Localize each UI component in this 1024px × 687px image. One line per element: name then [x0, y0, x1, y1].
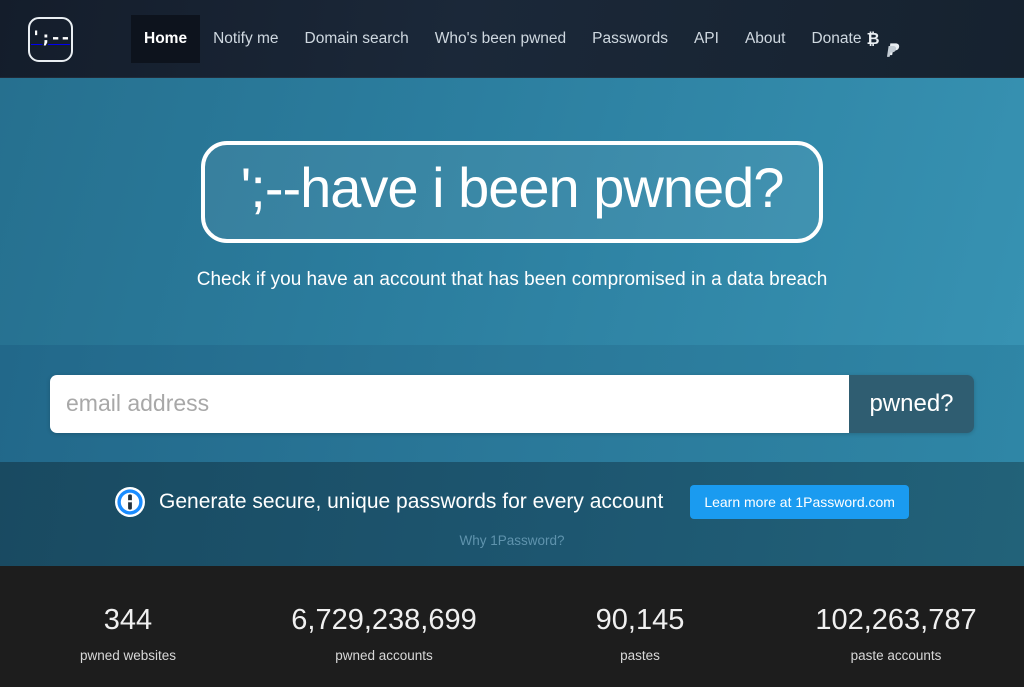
stat-label: paste accounts [850, 648, 942, 664]
stat-pastes: 90,145 pastes [512, 604, 768, 663]
hero-section: ';--have i been pwned? Check if you have… [0, 78, 1024, 345]
stat-pwned-websites: 344 pwned websites [0, 604, 256, 663]
stat-value: 90,145 [595, 604, 685, 636]
email-search-input[interactable] [50, 374, 849, 433]
site-logo[interactable]: ';-- [28, 16, 73, 62]
donate-label: Donate [811, 30, 862, 47]
stat-pwned-accounts: 6,729,238,699 pwned accounts [256, 604, 512, 663]
stat-value: 344 [103, 604, 153, 636]
search-section: pwned? [0, 345, 1024, 462]
onepassword-promo-row: Generate secure, unique passwords for ev… [115, 484, 909, 519]
nav-item-api[interactable]: API [681, 15, 732, 63]
stats-bar: 344 pwned websites 6,729,238,699 pwned a… [0, 566, 1024, 687]
stat-label: pwned accounts [335, 648, 433, 664]
site-header: ';-- Home Notify me Domain search Who's … [0, 0, 1024, 78]
onepassword-headline: Generate secure, unique passwords for ev… [159, 489, 664, 513]
hero-title-box: ';--have i been pwned? [200, 140, 824, 243]
stat-label: pwned websites [79, 648, 177, 664]
onepassword-logo-icon [115, 486, 146, 517]
paypal-icon [885, 31, 902, 57]
nav-item-whos-been-pwned[interactable]: Who's been pwned [422, 15, 579, 63]
onepassword-promo-section: Generate secure, unique passwords for ev… [0, 462, 1024, 566]
pwned-submit-button[interactable]: pwned? [849, 374, 974, 433]
nav-item-donate[interactable]: Donate ₿ [798, 15, 917, 63]
nav-item-notify-me[interactable]: Notify me [200, 15, 291, 63]
nav-item-about[interactable]: About [732, 15, 799, 63]
stat-paste-accounts: 102,263,787 paste accounts [768, 604, 1024, 663]
why-1password-link[interactable]: Why 1Password? [459, 533, 564, 548]
bitcoin-icon: ₿ [866, 29, 880, 48]
logo-text: ';-- [31, 27, 70, 48]
stat-value: 102,263,787 [815, 604, 977, 636]
page-root: ';-- Home Notify me Domain search Who's … [0, 0, 1024, 687]
main-navigation: Home Notify me Domain search Who's been … [131, 0, 918, 78]
hero-subtitle: Check if you have an account that has be… [196, 268, 828, 290]
stat-value: 6,729,238,699 [291, 604, 477, 636]
search-form: pwned? [50, 374, 974, 433]
stat-label: pastes [620, 648, 660, 664]
page-title: ';--have i been pwned? [240, 155, 785, 219]
nav-item-domain-search[interactable]: Domain search [292, 15, 422, 63]
nav-item-home[interactable]: Home [131, 15, 201, 63]
onepassword-learn-more-button[interactable]: Learn more at 1Password.com [690, 484, 909, 519]
nav-item-passwords[interactable]: Passwords [579, 15, 681, 63]
